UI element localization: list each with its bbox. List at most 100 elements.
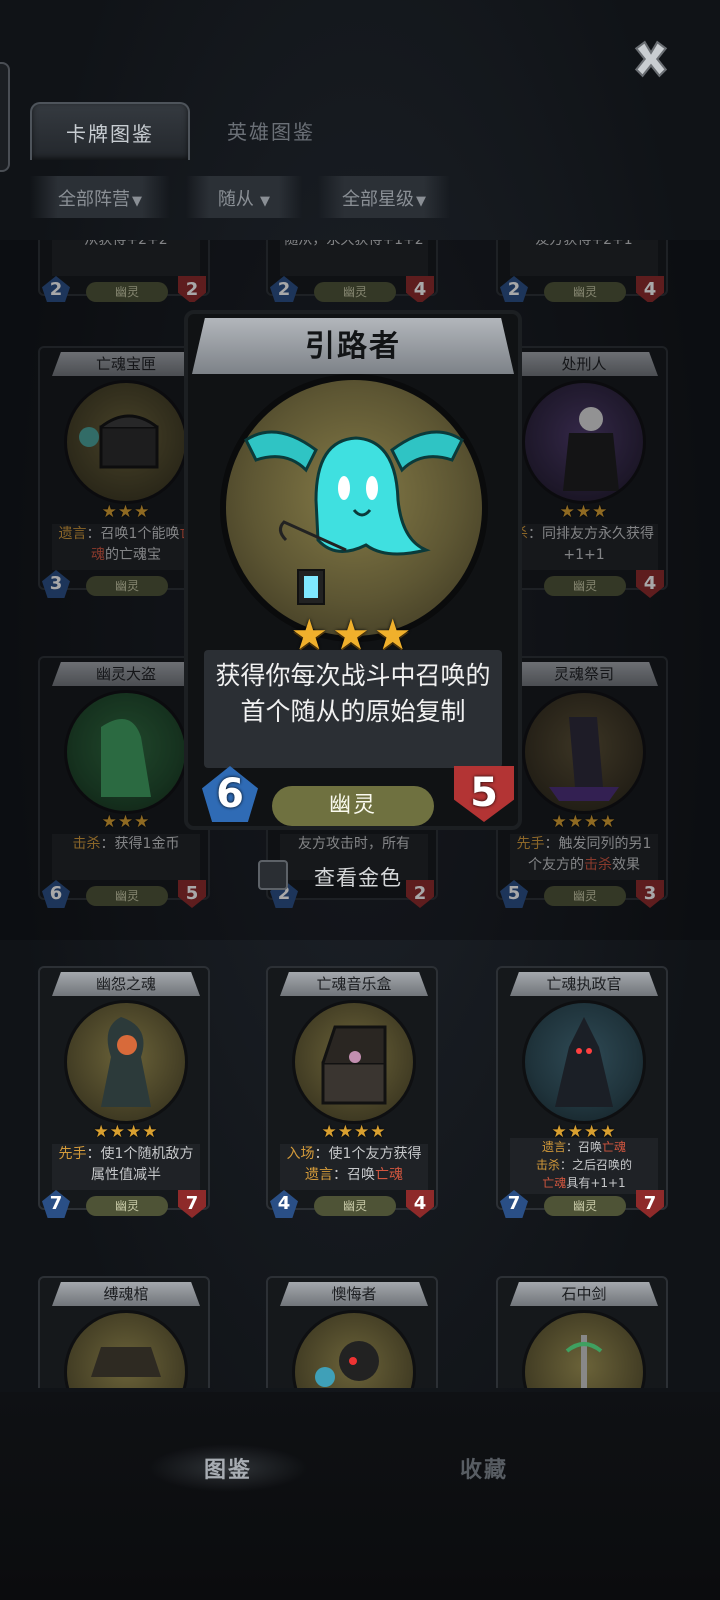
dropdown-arrow-icon: ▼ [416, 194, 426, 209]
card-description: 随从，永久获得+1+2 [280, 240, 428, 276]
card-art [64, 1000, 188, 1124]
faction-filter-dropdown[interactable]: 全部阵营 ▼ [30, 176, 170, 218]
health-badge: 4 [636, 276, 664, 302]
star-rating: ★★★★ [321, 1122, 387, 1142]
regretful-one-icon [315, 1341, 379, 1387]
card-item[interactable]: 缚魂棺 [38, 1276, 210, 1388]
card-name: 懊悔者 [280, 1282, 428, 1306]
attack-badge: 3 [42, 570, 70, 598]
nav-atlas[interactable]: 图鉴 [148, 1444, 308, 1492]
card-art [64, 1310, 188, 1388]
bottom-navigation: 图鉴 收藏 [0, 1392, 720, 1600]
attack-badge: 6 [42, 880, 70, 908]
tribe-pill: 幽灵 [86, 1196, 168, 1216]
featured-card-description: 获得你每次战斗中召唤的首个随从的原始复制 [204, 650, 502, 768]
card-name: 亡魂宝匣 [52, 352, 200, 376]
card-row-clipped: 缚魂棺 懊悔者 石中剑 [0, 1276, 720, 1388]
gold-toggle-label: 查看金色 [314, 866, 402, 890]
health-badge: 4 [636, 570, 664, 598]
card-description: 遗言：召唤1个能唤亡魂的亡魂宝 [52, 524, 200, 570]
view-gold-toggle[interactable]: 查看金色 [258, 856, 458, 896]
card-item[interactable]: 亡魂执政官 ★★★★ 遗言：召唤亡魂 击杀：之后召唤的 亡魂具有+1+1 7 幽… [496, 966, 668, 1218]
gold-checkbox[interactable] [258, 860, 288, 890]
tab-hero-atlas[interactable]: 英雄图鉴 [196, 102, 346, 160]
attack-badge: 2 [500, 276, 528, 302]
card-name: 灵魂祭司 [510, 662, 658, 686]
card-description: 先手：使1个随机敌方属性值减半 [52, 1144, 200, 1190]
type-filter-label: 随从 [217, 189, 254, 210]
card-name: 幽灵大盗 [52, 662, 200, 686]
dropdown-arrow-icon: ▼ [132, 194, 142, 209]
card-item[interactable]: 从获得+2+2 2 幽灵 2 [38, 240, 210, 302]
health-badge: 7 [178, 1190, 206, 1218]
executioner-icon [563, 407, 619, 491]
attack-badge: 4 [270, 1190, 298, 1218]
card-name: 处刑人 [510, 352, 658, 376]
soul-consul-icon [555, 1017, 613, 1107]
dropdown-arrow-icon: ▼ [255, 194, 271, 209]
card-item[interactable]: 石中剑 [496, 1276, 668, 1388]
type-filter-dropdown[interactable]: 随从 ▼ [186, 176, 302, 218]
nav-collection[interactable]: 收藏 [404, 1444, 564, 1492]
health-badge: 2 [178, 276, 206, 302]
card-description: 遗言：召唤亡魂 击杀：之后召唤的 亡魂具有+1+1 [510, 1138, 658, 1194]
tribe-pill: 幽灵 [86, 282, 168, 302]
card-name: 石中剑 [510, 1282, 658, 1306]
faction-filter-label: 全部阵营 [58, 189, 130, 210]
resentful-spirit-icon [101, 1017, 151, 1107]
card-art [522, 1310, 646, 1388]
card-description: 先手：触发同列的另1个友方的击杀效果 [510, 834, 658, 880]
featured-card-detail: 引路者 ★★★ 获得你每次战斗中召唤的首个随从的原始复制 6 幽灵 5 [180, 310, 526, 840]
card-art [522, 1000, 646, 1124]
ghost-bat-lantern-icon [244, 430, 464, 605]
card-item[interactable]: 友方获得+2+1 2 幽灵 4 [496, 240, 668, 302]
card-art [292, 1310, 416, 1388]
card-description: 从获得+2+2 [52, 240, 200, 276]
health-badge: 5 [178, 880, 206, 908]
card-description: 友方获得+2+1 [510, 240, 658, 276]
health-badge: 7 [636, 1190, 664, 1218]
card-art [64, 690, 188, 814]
card-name: 亡魂执政官 [510, 972, 658, 996]
card-name: 缚魂棺 [52, 1282, 200, 1306]
tribe-pill: 幽灵 [544, 886, 626, 906]
card-art [522, 380, 646, 504]
side-drawer-handle[interactable] [0, 62, 10, 172]
tribe-pill: 幽灵 [86, 576, 168, 596]
card-item[interactable]: 幽怨之魂 ★★★★ 先手：使1个随机敌方属性值减半 7 幽灵 7 [38, 966, 210, 1218]
featured-tribe-pill: 幽灵 [272, 786, 434, 826]
close-icon [634, 40, 668, 78]
card-name: 幽怨之魂 [52, 972, 200, 996]
close-button[interactable] [628, 36, 674, 82]
card-row-partial: 从获得+2+2 2 幽灵 2 随从，永久获得+1+2 2 幽灵 4 友方获得+2… [0, 240, 720, 302]
card-item[interactable]: 懊悔者 [266, 1276, 438, 1388]
card-item[interactable]: 随从，永久获得+1+2 2 幽灵 4 [266, 240, 438, 302]
card-art [292, 1000, 416, 1124]
tribe-pill: 幽灵 [544, 576, 626, 596]
star-rating: ★★★★ [93, 1122, 159, 1142]
sword-in-stone-icon [565, 1335, 603, 1388]
tab-card-atlas[interactable]: 卡牌图鉴 [30, 102, 190, 160]
health-badge: 4 [406, 276, 434, 302]
attack-badge: 7 [42, 1190, 70, 1218]
card-description: 击杀：获得1金币 [52, 834, 200, 880]
soul-priest-icon [549, 717, 619, 801]
star-filter-label: 全部星级 [342, 189, 414, 210]
tribe-pill: 幽灵 [86, 886, 168, 906]
card-item[interactable]: 亡魂音乐盒 ★★★★ 入场：使1个友方获得遗言：召唤亡魂 4 幽灵 4 [266, 966, 438, 1218]
tribe-pill: 幽灵 [314, 1196, 396, 1216]
health-badge: 4 [406, 1190, 434, 1218]
tribe-pill: 幽灵 [314, 282, 396, 302]
card-name: 亡魂音乐盒 [280, 972, 428, 996]
attack-badge: 5 [500, 880, 528, 908]
card-description: 入场：使1个友方获得遗言：召唤亡魂 [280, 1144, 428, 1190]
featured-card-name: 引路者 [192, 318, 514, 374]
star-filter-dropdown[interactable]: 全部星级 ▼ [318, 176, 450, 218]
attack-badge: 2 [42, 276, 70, 302]
card-description: 杀：同排友方永久获得+1+1 [510, 524, 658, 570]
tribe-pill: 幽灵 [544, 1196, 626, 1216]
soul-coffin-icon [91, 1347, 161, 1377]
filter-bar: 全部阵营 ▼ 随从 ▼ 全部星级 ▼ [0, 176, 720, 218]
treasure-chest-icon [79, 414, 159, 469]
tribe-pill: 幽灵 [544, 282, 626, 302]
